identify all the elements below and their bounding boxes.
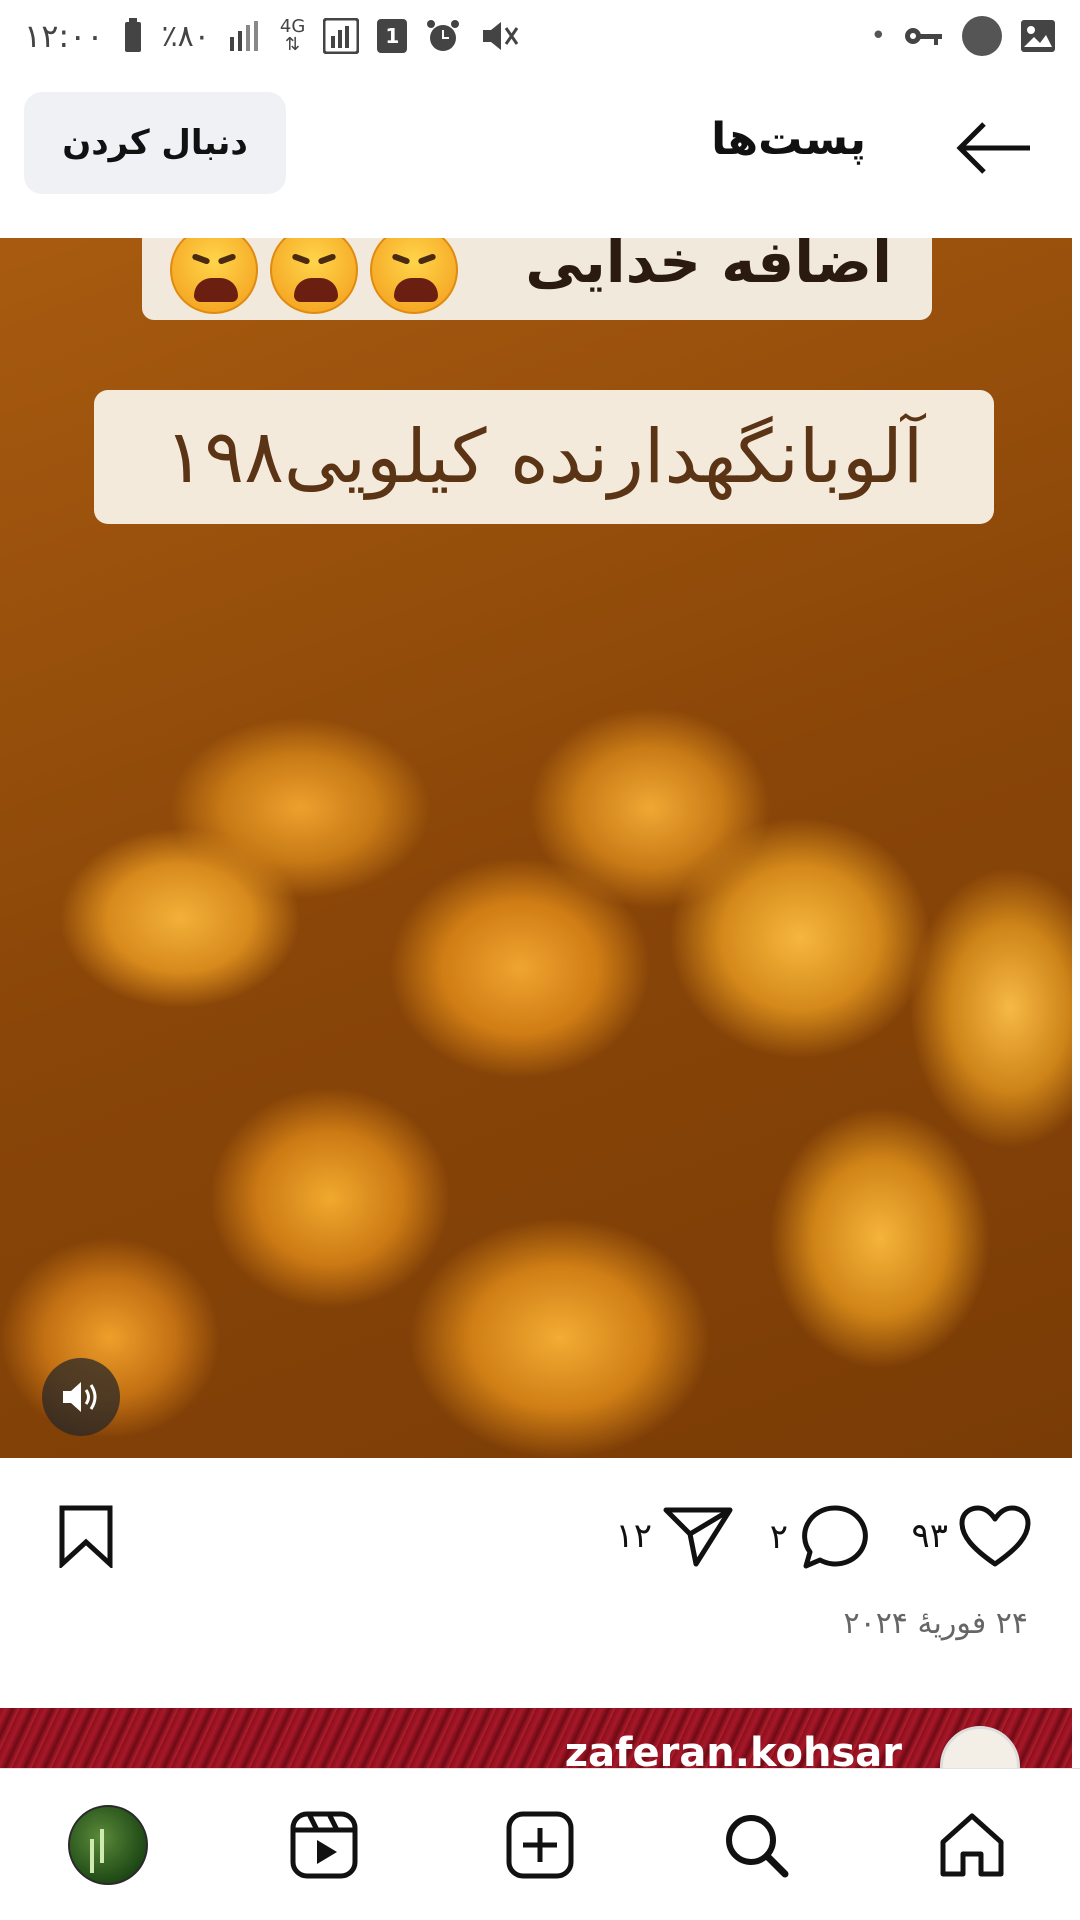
comment-count: ۲ [769,1517,788,1557]
next-post-header[interactable]: zaferan.kohsar [0,1708,1072,1768]
post-date: ۲۴ فوريهٔ ۲۰۲۴ [843,1606,1028,1641]
status-time: ۱۲:۰۰ [24,17,104,55]
back-button[interactable] [954,120,1034,176]
post-image[interactable]: اضافه خدایی آلوبانگهدارنده کیلویی۱۹۸ [0,238,1072,1458]
signal-box-icon [323,18,360,54]
image-caption-main-text: آلوبانگهدارنده کیلویی۱۹۸ [164,414,924,500]
data-arrows-icon: ⇅ [285,34,301,55]
tired-face-emoji-icon [370,238,458,314]
home-icon [940,1813,1004,1877]
alarm-icon [425,18,461,54]
notification-dot: • [870,21,886,51]
search-icon [726,1815,789,1878]
next-post-avatar[interactable] [940,1726,1020,1768]
add-icon [506,1811,574,1879]
nav-profile[interactable] [68,1805,148,1885]
signal-icon [228,19,262,53]
network-type-icon: 4G ⇅ [280,18,305,54]
battery-icon [122,18,144,54]
reels-icon [290,1811,358,1879]
emoji-row [170,238,458,314]
image-caption-top: اضافه خدایی [142,238,932,320]
status-bar: ۱۲:۰۰ ٪۸۰ 4G ⇅ 1 • [0,0,1080,72]
posts-header: دنبال کردن پست‌ها [0,88,1080,208]
speaker-icon [63,1382,97,1412]
share-button[interactable]: ۱۲ [615,1504,734,1568]
mute-icon [479,18,519,54]
image-caption-main: آلوبانگهدارنده کیلویی۱۹۸ [94,390,994,524]
nav-create[interactable] [500,1805,580,1885]
sound-toggle-button[interactable] [42,1358,120,1436]
arrow-left-icon [956,122,1030,174]
follow-button[interactable]: دنبال کردن [24,92,286,194]
battery-percent: ٪۸۰ [161,18,210,54]
bookmark-icon [59,1505,113,1570]
comment-button[interactable]: ۲ [770,1504,870,1570]
next-post-username[interactable]: zaferan.kohsar [565,1730,902,1768]
key-icon [904,24,944,48]
save-button[interactable] [56,1504,116,1572]
tired-face-emoji-icon [270,238,358,314]
sim-slot-icon: 1 [377,19,408,53]
status-bar-left: ۱۲:۰۰ ٪۸۰ 4G ⇅ 1 [24,17,519,55]
heart-icon [959,1505,1031,1567]
profile-avatar [68,1805,148,1885]
bottom-navigation [0,1768,1080,1920]
tired-face-emoji-icon [170,238,258,314]
nav-search[interactable] [716,1805,796,1885]
image-caption-top-text: اضافه خدایی [525,238,892,296]
comment-icon [802,1505,868,1569]
like-count: ۹۳ [911,1516,948,1556]
record-icon [962,16,1002,56]
like-button[interactable]: ۹۳ [911,1504,1032,1568]
status-bar-right: • [871,16,1056,56]
nav-reels[interactable] [284,1805,364,1885]
share-count: ۱۲ [615,1516,652,1556]
page-title: پست‌ها [711,114,866,165]
nav-home[interactable] [932,1805,1012,1885]
post-actions: ۱۲ ۲ ۹۳ [0,1490,1080,1600]
send-icon [663,1507,733,1567]
image-icon [1020,19,1056,53]
